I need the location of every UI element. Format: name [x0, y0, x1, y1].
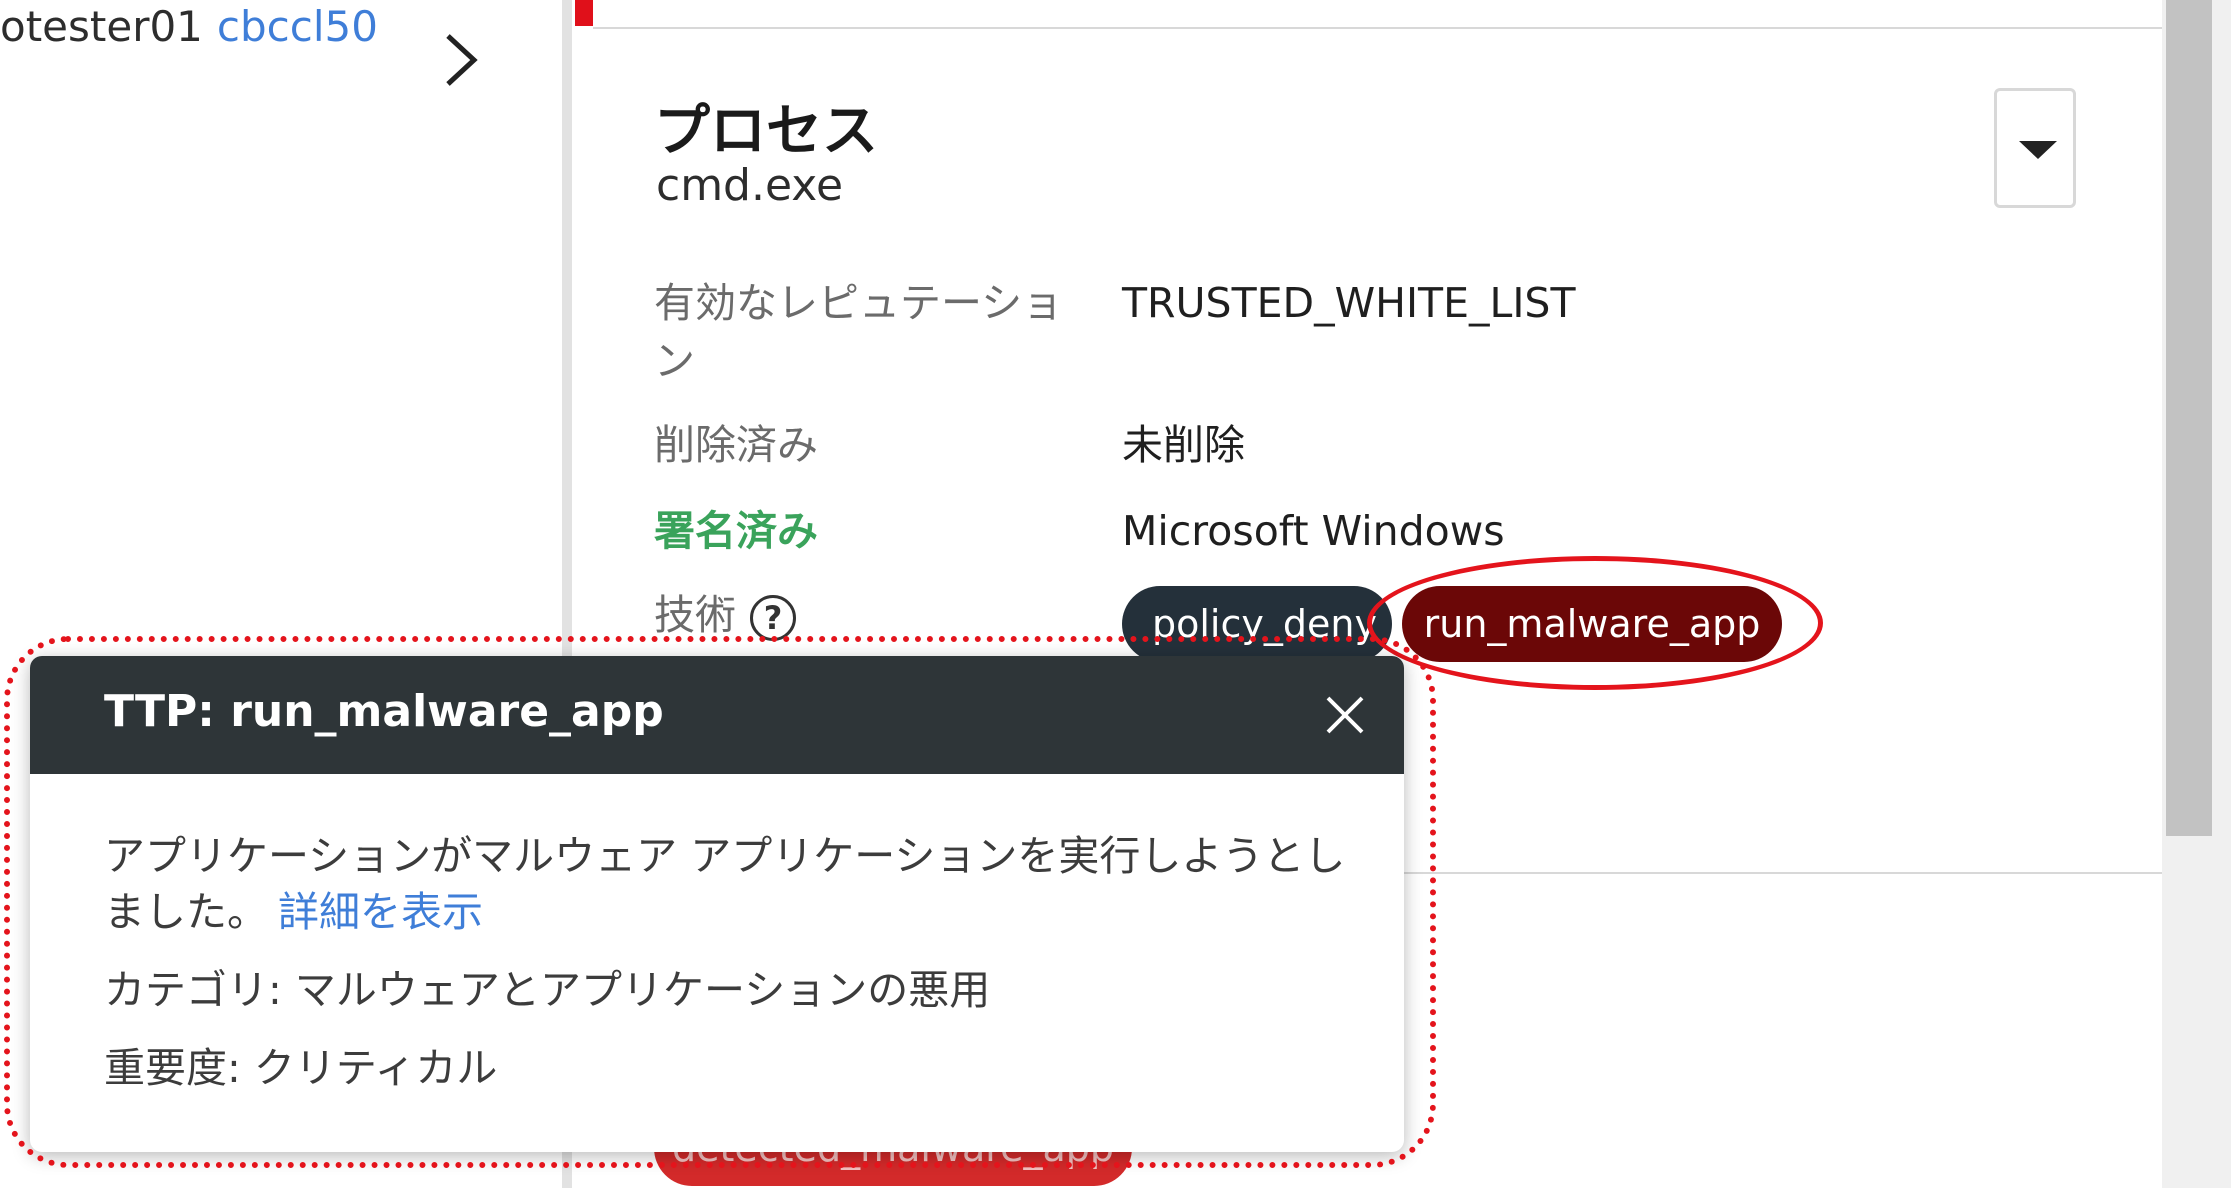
panel-top-rule — [593, 27, 2162, 29]
user-line: otester01 cbccl50 — [0, 2, 378, 51]
user-name: otester01 — [0, 2, 203, 51]
highlight-ellipse — [1367, 556, 1823, 690]
popup-dotted-highlight — [4, 636, 1436, 1168]
process-name: cmd.exe — [656, 160, 844, 211]
help-icon[interactable]: ? — [750, 595, 796, 641]
signed-value: Microsoft Windows — [1122, 507, 1505, 555]
collapse-dropdown-button[interactable] — [1994, 88, 2076, 208]
deleted-value: 未削除 — [1122, 421, 1245, 469]
signed-label: 署名済み — [654, 507, 818, 555]
section-title: プロセス — [654, 99, 878, 164]
deleted-label: 削除済み — [654, 421, 818, 469]
reputation-value: TRUSTED_WHITE_LIST — [1122, 279, 1576, 327]
scrollbar-thumb[interactable] — [2166, 0, 2212, 836]
caret-down-icon — [2019, 141, 2057, 159]
severity-marker — [575, 0, 593, 26]
chevron-right-icon[interactable] — [438, 30, 482, 90]
technique-label: 技術 — [654, 591, 736, 639]
panel-section-rule — [1400, 872, 2162, 874]
reputation-label: 有効なレピュテーショ ン — [654, 279, 1064, 385]
user-link[interactable]: cbccl50 — [217, 2, 378, 51]
